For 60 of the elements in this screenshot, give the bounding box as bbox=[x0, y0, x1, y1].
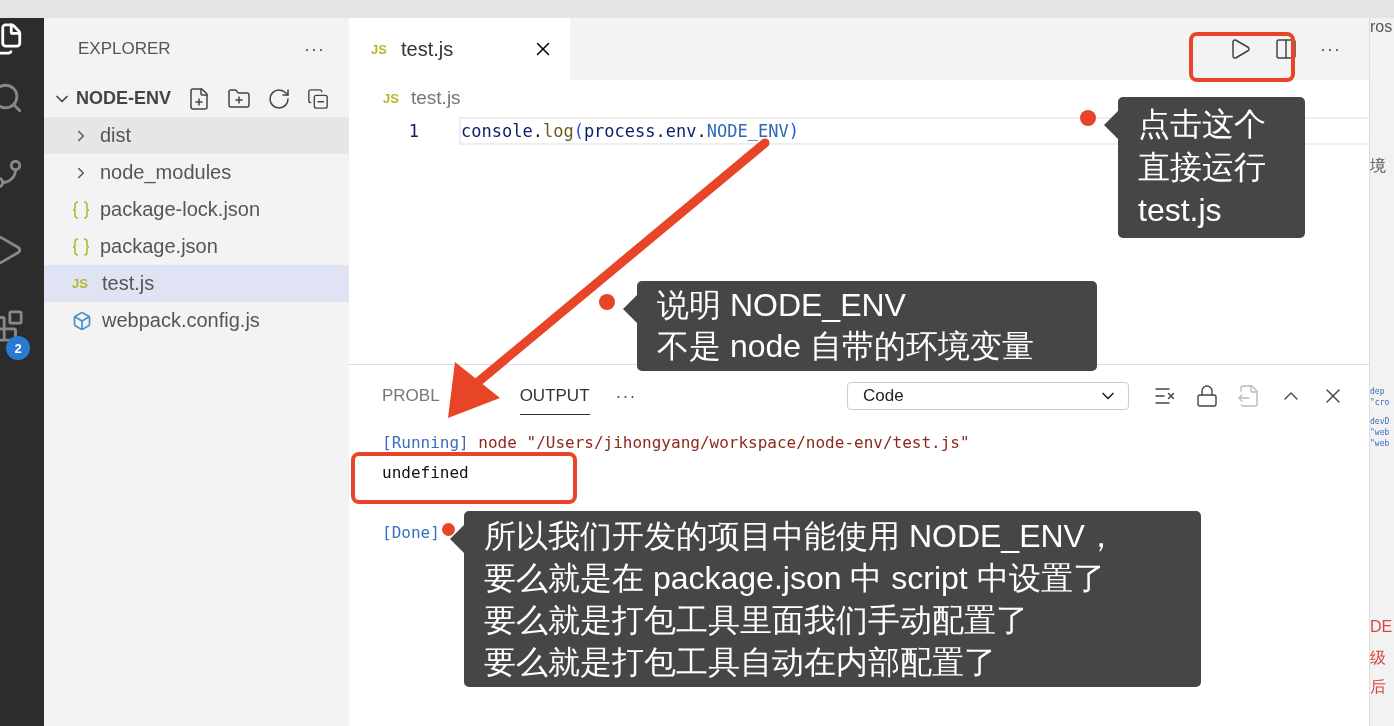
window-fragment-text: devD bbox=[1370, 417, 1391, 426]
folder-header[interactable]: NODE-ENV bbox=[44, 80, 349, 117]
channel-select[interactable]: Code bbox=[847, 382, 1129, 410]
output-line: [Done] bbox=[382, 522, 440, 542]
window-fragment-text: dep bbox=[1370, 387, 1386, 396]
window-fragment-text: 境 bbox=[1370, 156, 1387, 176]
window-fragment-text: "cro bbox=[1370, 398, 1391, 407]
more-actions[interactable]: ··· bbox=[615, 385, 637, 407]
count-badge: 2 bbox=[6, 336, 30, 360]
marker-dot bbox=[442, 523, 455, 536]
activity-item[interactable]: 2 bbox=[0, 288, 34, 364]
file-tree-item[interactable]: node_modules bbox=[44, 154, 349, 191]
callout-text: 要么就是打包工具里面我们手动配置了 bbox=[484, 601, 1029, 640]
marker-dot bbox=[599, 294, 615, 310]
braces-icon bbox=[72, 199, 90, 220]
more-actions[interactable]: ··· bbox=[1320, 38, 1341, 60]
lock-icon[interactable] bbox=[1195, 384, 1219, 408]
window-fragment-text: ros bbox=[1370, 18, 1394, 36]
window-fragment-text: 级 bbox=[1370, 648, 1387, 668]
file-tree-item[interactable]: package.json bbox=[44, 228, 349, 265]
file-tree-item[interactable]: dist bbox=[44, 117, 349, 154]
js-icon: JS bbox=[72, 276, 92, 291]
callout-text: 直接运行 bbox=[1138, 148, 1267, 187]
callout-text: 要么就是在 package.json 中 script 中设置了 bbox=[484, 559, 1106, 598]
panel-tab[interactable]: OUTPUT bbox=[519, 377, 590, 415]
callout-text: test.js bbox=[1138, 191, 1223, 230]
files-icon bbox=[0, 22, 24, 56]
file-tree-item[interactable]: JS test.js bbox=[44, 265, 349, 302]
more-actions[interactable]: ··· bbox=[304, 38, 325, 60]
window-fragment-text: 后 bbox=[1370, 677, 1387, 697]
new-file-icon[interactable] bbox=[187, 86, 211, 111]
refresh-icon[interactable] bbox=[267, 86, 291, 111]
js-icon: JS bbox=[383, 90, 403, 106]
marker-dot bbox=[1080, 110, 1096, 126]
output-line: undefined bbox=[382, 462, 469, 482]
callout-text: 说明 NODE_ENV bbox=[657, 286, 907, 325]
new-folder-icon[interactable] bbox=[227, 86, 251, 111]
cube-icon bbox=[72, 310, 92, 331]
file-tree-item[interactable]: package-lock.json bbox=[44, 191, 349, 228]
panel-tab[interactable]: PROBL bbox=[382, 377, 440, 415]
callout-text: 不是 node 自带的环境变量 bbox=[657, 327, 1035, 366]
search-icon bbox=[0, 81, 24, 115]
js-icon: JS bbox=[371, 41, 391, 57]
branch-icon bbox=[0, 157, 24, 191]
window-fragment-text: "web bbox=[1370, 428, 1391, 437]
output-line: [Running] node "/Users/jihongyang/workspace/node-env/test.js" bbox=[382, 432, 970, 452]
breadcrumb[interactable]: test.js bbox=[411, 87, 461, 109]
callout-text: 所以我们开发的项目中能使用 NODE_ENV， bbox=[484, 517, 1118, 556]
sidebar-title: EXPLORER bbox=[78, 39, 171, 59]
window-fragment-text: DE bbox=[1370, 618, 1394, 636]
braces-icon bbox=[72, 236, 90, 257]
window-fragment-text: "web bbox=[1370, 439, 1391, 448]
line-number: 1 bbox=[407, 121, 420, 141]
editor-tab[interactable]: JS test.js bbox=[349, 18, 570, 80]
play-icon bbox=[0, 233, 24, 267]
blocks-icon bbox=[0, 309, 24, 343]
callout-text: 要么就是打包工具自动在内部配置了 bbox=[484, 643, 997, 682]
collapse-icon[interactable] bbox=[307, 87, 329, 110]
split-editor-icon[interactable] bbox=[1274, 37, 1298, 61]
file-tree-item[interactable]: webpack.config.js bbox=[44, 302, 349, 339]
